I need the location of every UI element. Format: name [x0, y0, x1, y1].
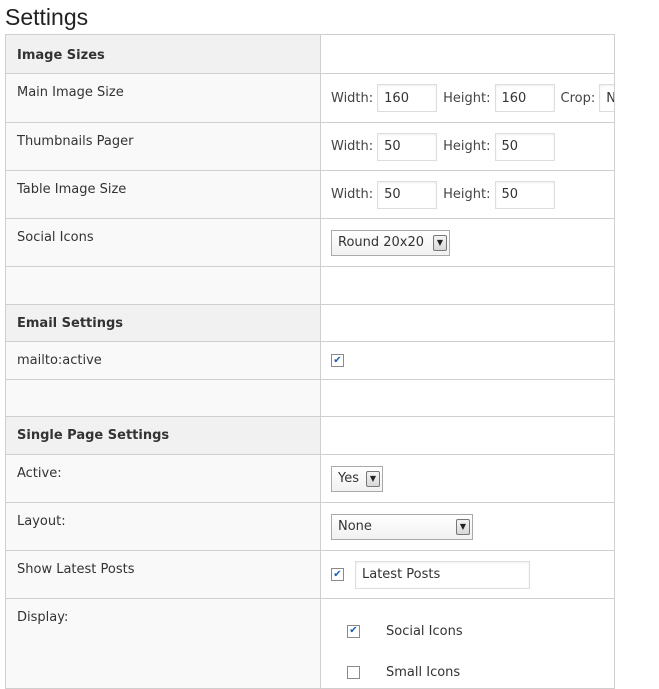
- crop-label: Crop:: [560, 90, 596, 106]
- row-label-cell: Active:: [5, 454, 321, 503]
- row-social-icons: Social Icons Round 20x20 ▼: [5, 218, 615, 267]
- row-mailto-active: mailto:active ✔: [5, 341, 615, 380]
- row-value-cell: Width: Height:: [320, 170, 615, 219]
- row-value-cell: Width: Height: Crop:: [320, 73, 615, 123]
- thumbnails-height-input[interactable]: [494, 132, 555, 161]
- empty-cell: [320, 416, 615, 455]
- section-header-single-page-settings: Single Page Settings: [5, 416, 321, 455]
- row-table-image-size: Table Image Size Width: Height:: [5, 170, 615, 219]
- section-title: Email Settings: [17, 316, 123, 331]
- row-label: Active:: [17, 466, 62, 481]
- row-thumbnails-pager: Thumbnails Pager Width: Height:: [5, 122, 615, 171]
- row-main-image-size: Main Image Size Width: Height: Crop:: [5, 73, 615, 123]
- select-value: Yes: [338, 471, 359, 486]
- spacer-row: [5, 379, 615, 417]
- row-label-cell: Table Image Size: [5, 170, 321, 219]
- row-value-cell: ✔: [320, 341, 615, 380]
- height-label: Height:: [443, 187, 491, 202]
- check-icon: ✔: [333, 568, 342, 580]
- row-label-cell: Social Icons: [5, 218, 321, 267]
- table-image-height-input[interactable]: [494, 180, 555, 209]
- show-latest-posts-checkbox[interactable]: ✔: [331, 568, 344, 581]
- height-label: Height:: [443, 139, 491, 154]
- option-label: Small Icons: [386, 664, 461, 680]
- row-value-cell: ✔ Social Icons Small Icons: [320, 598, 615, 689]
- main-image-crop-input[interactable]: [599, 84, 614, 112]
- empty-cell: [5, 379, 321, 417]
- spacer-row: [5, 266, 615, 305]
- section-row-image-sizes: Image Sizes: [5, 34, 615, 74]
- row-label-cell: Main Image Size: [5, 73, 321, 123]
- section-row-single-page-settings: Single Page Settings: [5, 416, 615, 455]
- section-row-email-settings: Email Settings: [5, 304, 615, 342]
- row-label-cell: mailto:active: [5, 341, 321, 380]
- width-label: Width:: [331, 187, 374, 202]
- row-label: Social Icons: [17, 230, 94, 245]
- display-option-social-icons: ✔ Social Icons: [347, 623, 614, 639]
- row-label: Display:: [17, 610, 69, 625]
- row-label: Show Latest Posts: [17, 562, 135, 577]
- mailto-active-checkbox[interactable]: ✔: [331, 354, 344, 367]
- width-label: Width:: [331, 139, 374, 154]
- row-label: Main Image Size: [17, 85, 124, 100]
- row-label: Layout:: [17, 514, 66, 529]
- empty-cell: [320, 379, 615, 417]
- social-icons-select[interactable]: Round 20x20 ▼: [331, 229, 450, 256]
- row-value-cell: ✔: [320, 550, 615, 599]
- row-value-cell: Width: Height:: [320, 122, 615, 171]
- chevron-down-icon: ▼: [433, 234, 447, 251]
- empty-cell: [320, 304, 615, 342]
- main-image-height-input[interactable]: [494, 84, 555, 112]
- select-value: Round 20x20: [338, 235, 425, 250]
- row-value-cell: None ▼: [320, 502, 615, 551]
- row-label-cell: Show Latest Posts: [5, 550, 321, 599]
- row-value-cell: Yes ▼: [320, 454, 615, 503]
- check-icon: ✔: [349, 625, 358, 636]
- chevron-down-icon: ▼: [456, 518, 470, 535]
- row-show-latest-posts: Show Latest Posts ✔: [5, 550, 615, 599]
- select-value: None: [338, 519, 372, 534]
- empty-cell: [320, 34, 615, 74]
- display-small-icons-checkbox[interactable]: [347, 665, 360, 679]
- thumbnails-width-input[interactable]: [377, 132, 438, 161]
- row-label: Table Image Size: [17, 182, 127, 197]
- row-label: mailto:active: [17, 353, 102, 368]
- check-icon: ✔: [333, 354, 342, 366]
- row-label: Thumbnails Pager: [17, 134, 134, 149]
- main-image-width-input[interactable]: [377, 84, 438, 112]
- row-value-cell: Round 20x20 ▼: [320, 218, 615, 267]
- row-label-cell: Display:: [5, 598, 321, 689]
- table-image-width-input[interactable]: [377, 180, 438, 209]
- row-label-cell: Layout:: [5, 502, 321, 551]
- empty-cell: [5, 266, 321, 305]
- option-label: Social Icons: [386, 623, 463, 639]
- row-layout: Layout: None ▼: [5, 502, 615, 551]
- row-display: Display: ✔ Social Icons Small Icons: [5, 598, 615, 689]
- settings-table: Image Sizes Main Image Size Width: Heigh…: [5, 34, 615, 689]
- width-label: Width:: [331, 90, 374, 106]
- empty-cell: [320, 266, 615, 305]
- layout-select[interactable]: None ▼: [331, 513, 473, 540]
- display-option-small-icons: Small Icons: [347, 664, 614, 680]
- section-title: Image Sizes: [17, 48, 105, 63]
- section-header-email-settings: Email Settings: [5, 304, 321, 342]
- height-label: Height:: [443, 90, 491, 106]
- latest-posts-title-input[interactable]: [355, 560, 530, 589]
- active-select[interactable]: Yes ▼: [331, 465, 383, 492]
- display-social-icons-checkbox[interactable]: ✔: [347, 624, 360, 638]
- page-title: Settings: [5, 4, 89, 30]
- section-title: Single Page Settings: [17, 428, 170, 443]
- row-active: Active: Yes ▼: [5, 454, 615, 503]
- row-label-cell: Thumbnails Pager: [5, 122, 321, 171]
- chevron-down-icon: ▼: [366, 470, 380, 487]
- section-header-image-sizes: Image Sizes: [5, 34, 321, 74]
